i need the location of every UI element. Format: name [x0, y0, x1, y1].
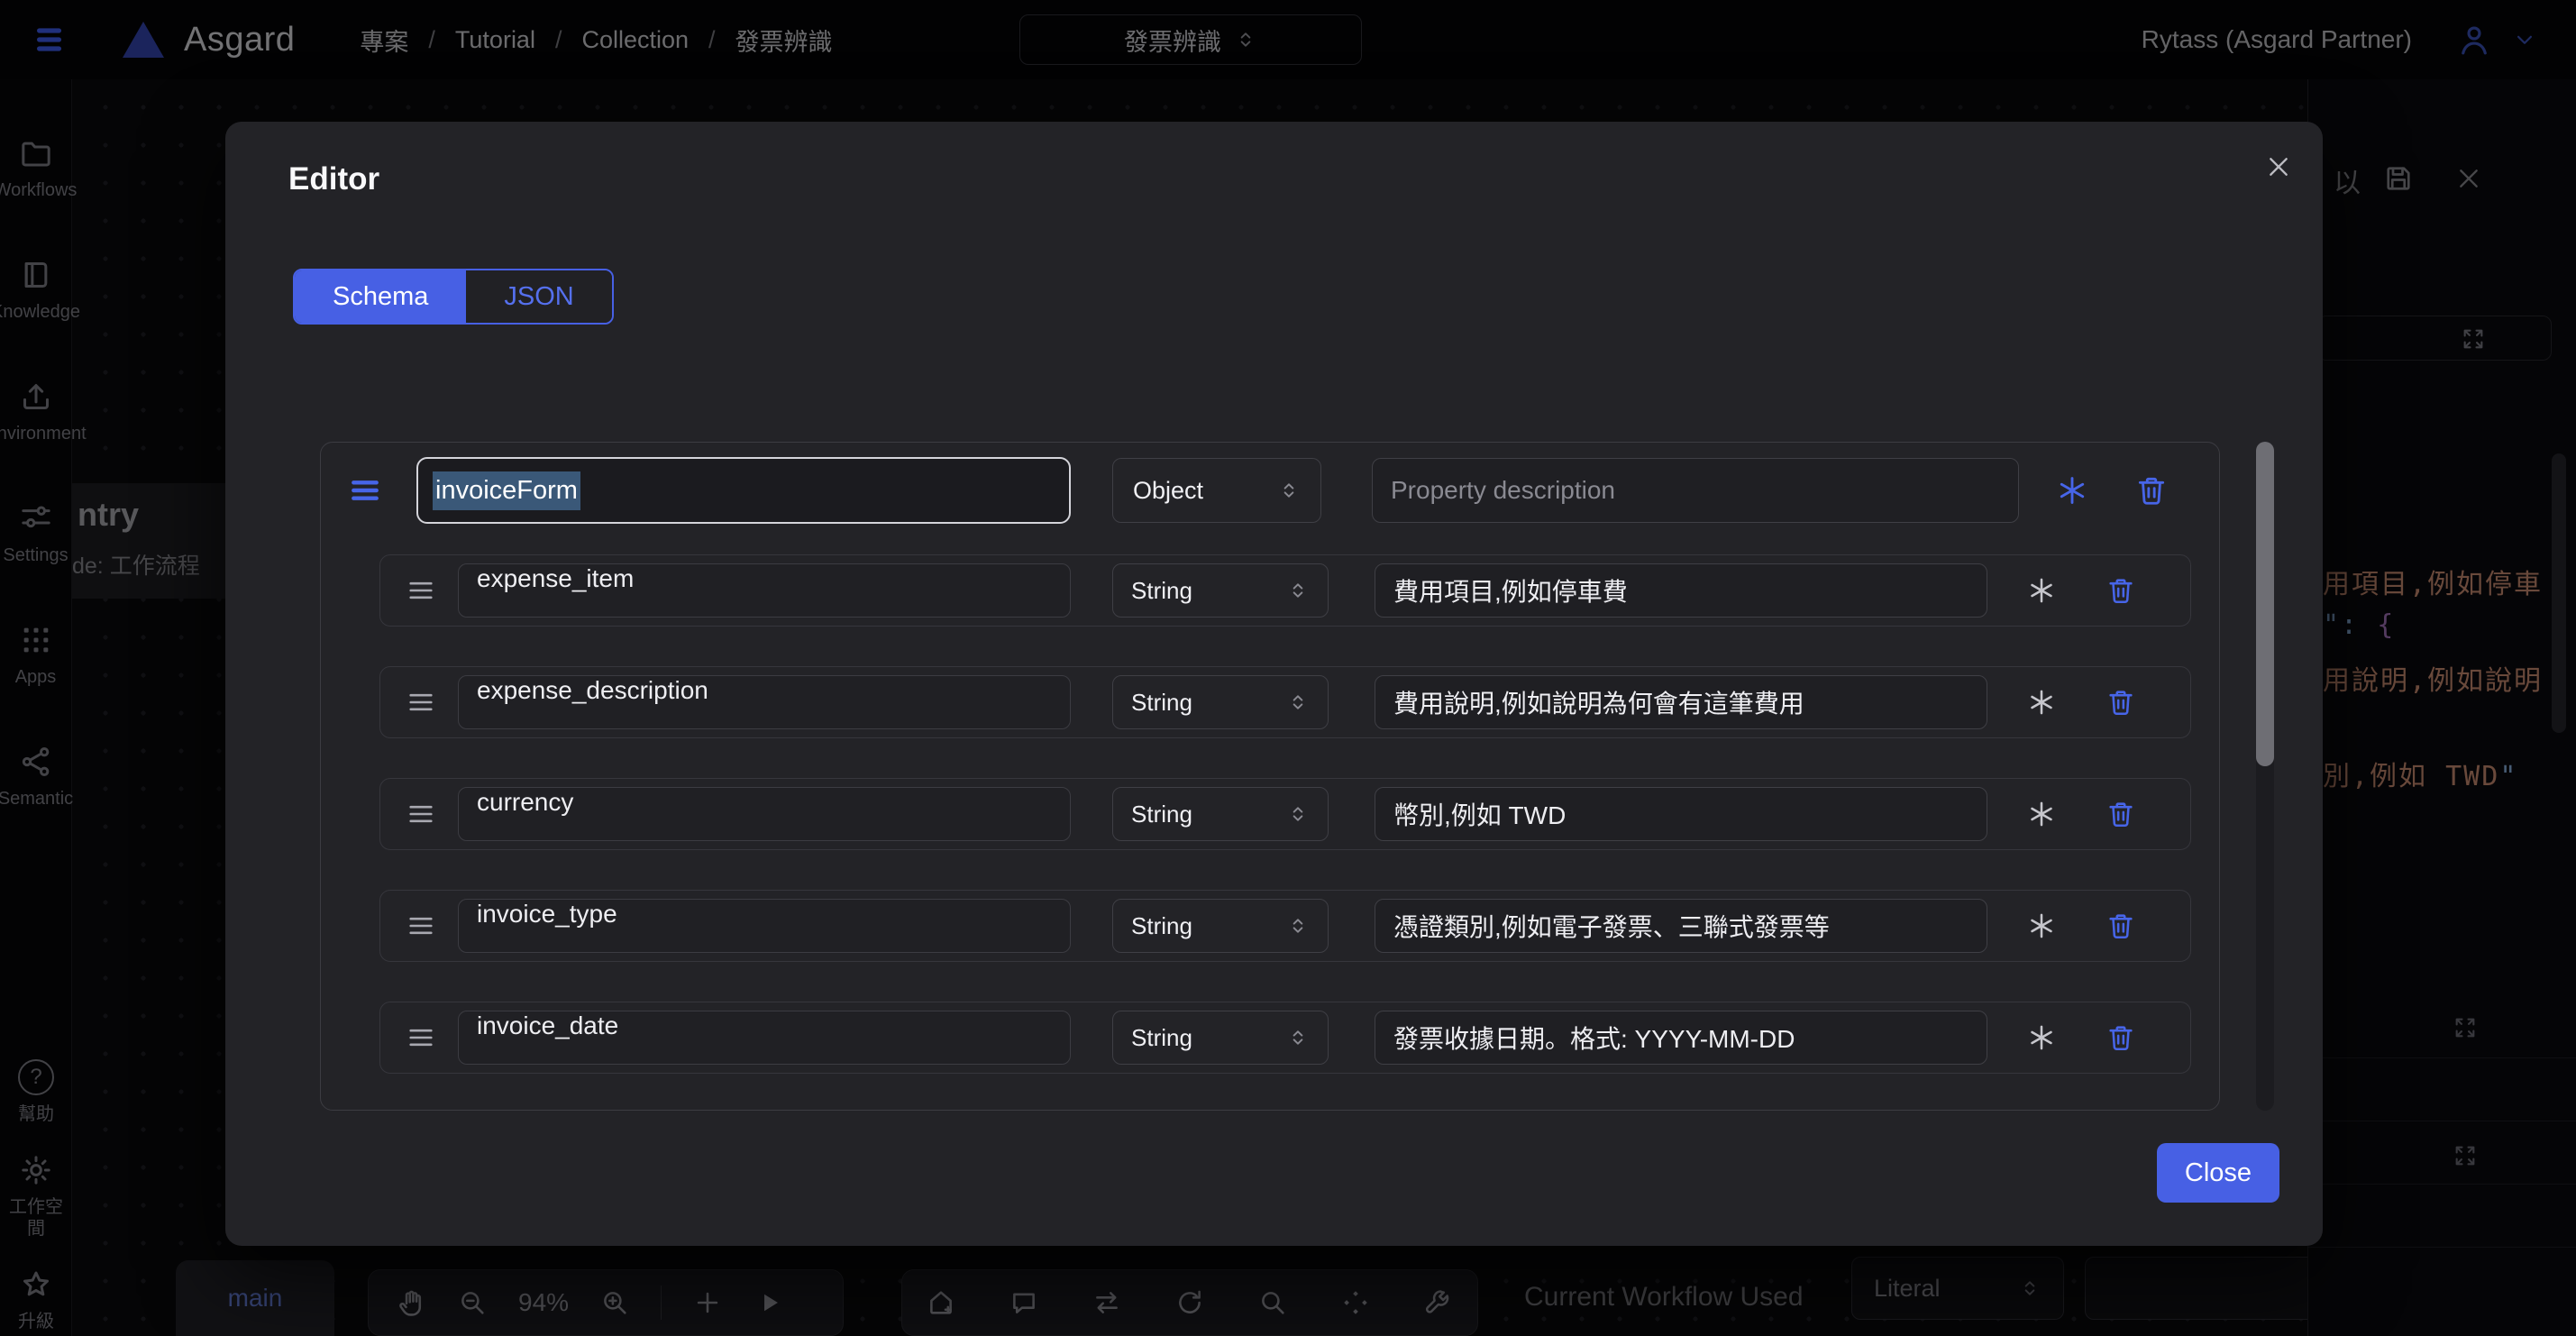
- property-description-input[interactable]: [1375, 675, 1987, 729]
- drag-handle-icon[interactable]: [406, 799, 436, 829]
- tab-schema[interactable]: Schema: [295, 270, 466, 323]
- description-field[interactable]: [1375, 800, 1987, 828]
- schema-editor: invoiceForm Object String: [320, 442, 2220, 1111]
- chevron-up-down-icon: [1286, 1026, 1310, 1049]
- delete-trash-icon[interactable]: [2106, 1022, 2136, 1053]
- property-row: String: [379, 890, 2191, 962]
- chevron-up-down-icon: [1286, 802, 1310, 826]
- close-icon[interactable]: [2264, 152, 2293, 181]
- name-field[interactable]: [459, 1011, 1070, 1040]
- name-field[interactable]: [459, 676, 1070, 705]
- property-description-input[interactable]: [1372, 458, 2019, 523]
- editor-mode-tabs: Schema JSON: [293, 269, 614, 325]
- delete-trash-icon[interactable]: [2134, 473, 2169, 508]
- name-field[interactable]: [459, 564, 1070, 593]
- property-description-input[interactable]: [1375, 899, 1987, 953]
- modal-title: Editor: [288, 161, 379, 197]
- drag-handle-icon[interactable]: [406, 1022, 436, 1053]
- type-value: String: [1131, 1024, 1192, 1052]
- property-type-select[interactable]: String: [1112, 1011, 1329, 1065]
- required-asterisk-icon[interactable]: [2026, 687, 2057, 718]
- close-button[interactable]: Close: [2157, 1143, 2279, 1203]
- editor-modal: Editor Schema JSON invoiceForm Object: [225, 122, 2323, 1246]
- property-type-select[interactable]: String: [1112, 787, 1329, 841]
- property-type-select[interactable]: String: [1112, 899, 1329, 953]
- property-description-input[interactable]: [1375, 1011, 1987, 1065]
- modal-scrollbar-track[interactable]: [2256, 442, 2274, 1111]
- description-field[interactable]: [1375, 1023, 1987, 1052]
- tab-json[interactable]: JSON: [466, 270, 611, 323]
- chevron-up-down-icon: [1286, 579, 1310, 602]
- property-description-input[interactable]: [1375, 787, 1987, 841]
- drag-handle-icon[interactable]: [406, 575, 436, 606]
- delete-trash-icon[interactable]: [2106, 687, 2136, 718]
- property-row: String: [379, 666, 2191, 738]
- required-asterisk-icon[interactable]: [2055, 473, 2089, 508]
- type-value: String: [1131, 801, 1192, 828]
- type-value: String: [1131, 689, 1192, 717]
- required-asterisk-icon[interactable]: [2026, 575, 2057, 606]
- required-asterisk-icon[interactable]: [2026, 799, 2057, 829]
- description-field[interactable]: [1373, 476, 2018, 505]
- modal-scrollbar-thumb[interactable]: [2256, 442, 2274, 766]
- schema-root-row: invoiceForm Object: [321, 443, 2219, 524]
- type-value: Object: [1133, 477, 1203, 505]
- property-row: String: [379, 778, 2191, 850]
- property-type-select[interactable]: String: [1112, 563, 1329, 618]
- selected-text: invoiceForm: [433, 471, 580, 510]
- property-name-input[interactable]: [458, 1011, 1071, 1065]
- property-type-select[interactable]: Object: [1112, 458, 1321, 523]
- description-field[interactable]: [1375, 911, 1987, 940]
- property-name-input[interactable]: [458, 563, 1071, 618]
- name-field[interactable]: [459, 788, 1070, 817]
- property-row: String: [379, 1002, 2191, 1074]
- description-field[interactable]: [1375, 688, 1987, 717]
- drag-handle-icon[interactable]: [348, 473, 382, 508]
- delete-trash-icon[interactable]: [2106, 910, 2136, 941]
- property-name-input[interactable]: [458, 787, 1071, 841]
- chevron-up-down-icon: [1286, 914, 1310, 938]
- type-value: String: [1131, 577, 1192, 605]
- chevron-up-down-icon: [1286, 691, 1310, 714]
- property-row: String: [379, 554, 2191, 627]
- required-asterisk-icon[interactable]: [2026, 910, 2057, 941]
- app: Asgard 專案 / Tutorial / Collection / 發票辨識…: [0, 0, 2576, 1336]
- drag-handle-icon[interactable]: [406, 687, 436, 718]
- property-description-input[interactable]: [1375, 563, 1987, 618]
- property-type-select[interactable]: String: [1112, 675, 1329, 729]
- type-value: String: [1131, 912, 1192, 940]
- delete-trash-icon[interactable]: [2106, 575, 2136, 606]
- required-asterisk-icon[interactable]: [2026, 1022, 2057, 1053]
- description-field[interactable]: [1375, 576, 1987, 605]
- property-name-input[interactable]: [458, 899, 1071, 953]
- name-field[interactable]: [459, 900, 1070, 929]
- drag-handle-icon[interactable]: [406, 910, 436, 941]
- chevron-up-down-icon: [1277, 479, 1301, 502]
- property-name-input[interactable]: [458, 675, 1071, 729]
- property-name-input[interactable]: invoiceForm: [416, 457, 1071, 524]
- delete-trash-icon[interactable]: [2106, 799, 2136, 829]
